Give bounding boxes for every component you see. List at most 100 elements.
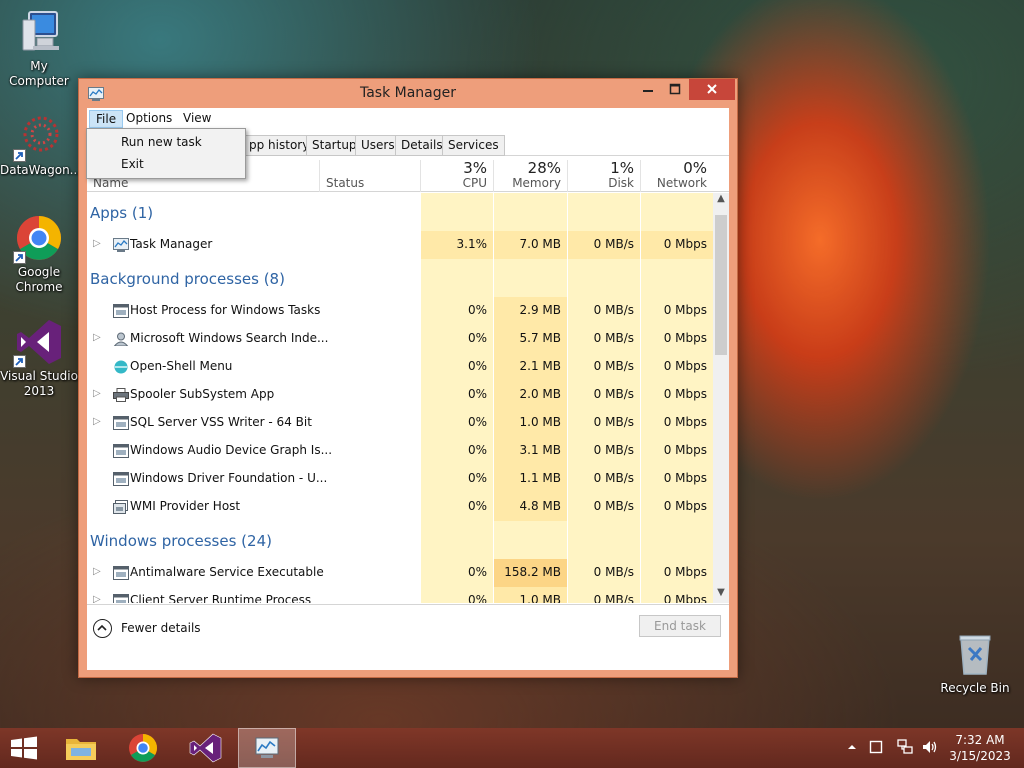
column-status[interactable]: Status <box>320 156 420 192</box>
volume-icon[interactable] <box>921 739 939 758</box>
scroll-thumb[interactable] <box>715 215 727 355</box>
expand-icon[interactable]: ▷ <box>93 332 101 343</box>
shortcut-arrow-icon <box>13 149 26 162</box>
network-value: 0 Mbps <box>663 237 707 251</box>
desktop-icon-my-computer[interactable]: My Computer <box>0 8 78 89</box>
chevron-up-icon <box>93 619 112 638</box>
table-row[interactable]: WMI Provider Host 0% 4.8 MB 0 MB/s 0 Mbps <box>87 493 713 521</box>
desktop-icon-visual-studio[interactable]: Visual Studio 2013 <box>0 318 78 399</box>
tab-details[interactable]: Details <box>395 135 449 156</box>
taskbar-chrome[interactable] <box>120 728 166 768</box>
table-row[interactable]: Windows Driver Foundation - U... 0% 1.1 MB… <box>87 465 713 493</box>
taskbar-clock[interactable]: 7:32 AM 3/15/2023 <box>946 732 1014 764</box>
tab-services[interactable]: Services <box>442 135 505 156</box>
memory-value: 2.9 MB <box>519 303 561 317</box>
close-button[interactable] <box>689 79 735 100</box>
minimize-button[interactable] <box>635 79 661 100</box>
action-center-icon[interactable] <box>869 739 883 758</box>
cell-memory: 2.9 MB <box>494 297 567 325</box>
shortcut-arrow-icon <box>13 355 26 368</box>
table-row[interactable]: ▷ Antimalware Service Executable 0% 158.2 M… <box>87 559 713 587</box>
cpu-value: 0% <box>467 565 487 579</box>
group-apps[interactable]: Apps (1) <box>90 204 153 222</box>
cell-memory: 2.1 MB <box>494 353 567 381</box>
shell-icon <box>113 360 129 374</box>
network-value: 0 Mbps <box>663 359 707 373</box>
desktop-icon-label: Visual Studio 2013 <box>0 369 78 398</box>
vertical-scrollbar[interactable]: ▲ ▼ <box>713 193 729 603</box>
table-row[interactable]: Windows Audio Device Graph Is... 0% 3.1 MB… <box>87 437 713 465</box>
table-row[interactable]: ▷ Microsoft Windows Search Inde... 0% 5.7 M… <box>87 325 713 353</box>
cell-disk: 0 MB/s <box>568 559 640 587</box>
network-value: 0 Mbps <box>663 415 707 429</box>
group-background-processes[interactable]: Background processes (8) <box>90 270 285 288</box>
tab-app-history[interactable]: pp history <box>243 135 316 156</box>
column-network[interactable]: 0% Network <box>641 156 713 192</box>
taskbar-visual-studio[interactable] <box>182 728 228 768</box>
column-memory[interactable]: 28% Memory <box>494 156 567 192</box>
process-name: Open-Shell Menu <box>130 359 233 373</box>
memory-value: 1.0 MB <box>519 593 561 603</box>
disk-value: 0 MB/s <box>593 443 634 457</box>
table-row[interactable]: Open-Shell Menu 0% 2.1 MB 0 MB/s 0 Mbps <box>87 353 713 381</box>
table-row[interactable]: ▷ Client Server Runtime Process 0% 1.0 MB 0 … <box>87 587 713 603</box>
network-value: 0 Mbps <box>663 471 707 485</box>
table-row[interactable]: ▷ Task Manager 3.1% 7.0 MB 0 MB/s 0 Mbps <box>87 231 713 259</box>
desktop-icon-google-chrome[interactable]: Google Chrome <box>0 214 78 295</box>
shortcut-arrow-icon <box>13 251 26 264</box>
footer-bar: Fewer details End task <box>87 604 729 670</box>
desktop-icon-recycle-bin[interactable]: Recycle Bin <box>936 630 1014 696</box>
menu-file[interactable]: File <box>89 110 124 128</box>
memory-total: 28% <box>527 159 561 177</box>
desktop-icon-datawagon[interactable]: DataWagon... <box>0 112 81 178</box>
expand-icon[interactable]: ▷ <box>93 238 101 249</box>
process-name: WMI Provider Host <box>130 499 241 513</box>
column-cpu[interactable]: 3% CPU <box>421 156 493 192</box>
expand-icon[interactable]: ▷ <box>93 388 101 399</box>
expand-icon[interactable]: ▷ <box>93 566 101 577</box>
clock-time: 7:32 AM <box>955 733 1005 747</box>
title-bar[interactable]: Task Manager <box>79 79 737 109</box>
expand-icon[interactable]: ▷ <box>93 416 101 427</box>
network-value: 0 Mbps <box>663 565 707 579</box>
search-user-icon <box>113 332 129 347</box>
table-row[interactable]: ▷ Spooler SubSystem App 0% 2.0 MB 0 MB/s 0 Mb… <box>87 381 713 409</box>
disk-value: 0 MB/s <box>593 593 634 603</box>
disk-value: 0 MB/s <box>593 387 634 401</box>
column-disk[interactable]: 1% Disk <box>568 156 640 192</box>
cell-cpu: 0% <box>421 465 493 493</box>
show-hidden-icons[interactable] <box>846 739 858 758</box>
cell-memory: 5.7 MB <box>494 325 567 353</box>
cell-memory: 2.0 MB <box>494 381 567 409</box>
taskbar-task-manager[interactable] <box>238 728 296 768</box>
memory-value: 5.7 MB <box>519 331 561 345</box>
end-task-button[interactable]: End task <box>639 615 721 637</box>
group-windows-processes[interactable]: Windows processes (24) <box>90 532 272 550</box>
disk-value: 0 MB/s <box>593 303 634 317</box>
table-row[interactable]: Host Process for Windows Tasks 0% 2.9 MB 0 … <box>87 297 713 325</box>
window-app-icon <box>113 444 129 458</box>
cell-disk: 0 MB/s <box>568 325 640 353</box>
scroll-down-icon[interactable]: ▼ <box>713 587 729 603</box>
process-name: Client Server Runtime Process <box>130 593 312 603</box>
menu-item-run-new-task[interactable]: Run new task <box>121 135 202 149</box>
process-list: Apps (1) Background processes (8) Window… <box>87 193 713 603</box>
scroll-up-icon[interactable]: ▲ <box>713 193 729 209</box>
cell-disk: 0 MB/s <box>568 493 640 521</box>
disk-value: 0 MB/s <box>593 359 634 373</box>
network-icon[interactable] <box>897 739 915 758</box>
start-button[interactable] <box>0 728 48 768</box>
expand-icon[interactable]: ▷ <box>93 594 101 603</box>
cpu-value: 0% <box>467 359 487 373</box>
menu-view[interactable]: View <box>177 110 217 128</box>
table-row[interactable]: ▷ SQL Server VSS Writer - 64 Bit 0% 1.0 MB 0… <box>87 409 713 437</box>
maximize-button[interactable] <box>662 79 688 100</box>
taskbar-file-explorer[interactable] <box>58 728 104 768</box>
menu-item-exit[interactable]: Exit <box>121 157 144 171</box>
network-value: 0 Mbps <box>663 387 707 401</box>
cell-network: 0 Mbps <box>641 587 713 603</box>
tab-users[interactable]: Users <box>355 135 401 156</box>
window-app-icon <box>113 472 129 486</box>
memory-value: 7.0 MB <box>519 237 561 251</box>
menu-options[interactable]: Options <box>120 110 178 128</box>
